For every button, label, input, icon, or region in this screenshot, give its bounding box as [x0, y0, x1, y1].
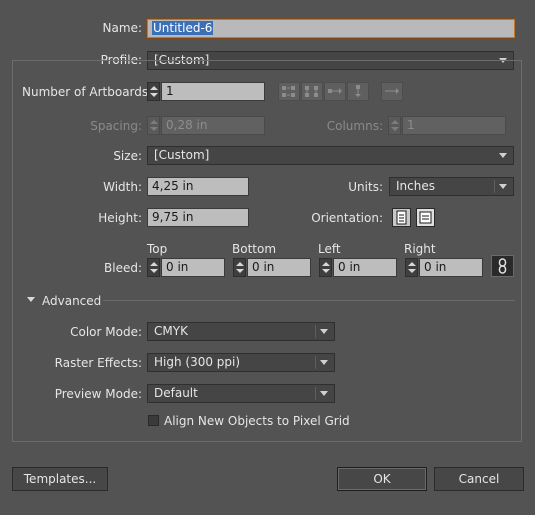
columns-label: Columns:: [326, 119, 383, 133]
right-to-left-icon[interactable]: [381, 82, 403, 101]
artboards-count-input[interactable]: 1: [161, 82, 265, 101]
ok-button[interactable]: OK: [337, 467, 427, 491]
bleed-right-stepper[interactable]: [405, 258, 418, 277]
arrange-by-column-icon[interactable]: [347, 82, 369, 101]
bleed-bottom-input[interactable]: 0 in: [247, 258, 311, 277]
name-label: Name:: [102, 21, 142, 35]
chevron-down-icon: [320, 360, 328, 365]
artboards-count-stepper[interactable]: [147, 82, 160, 101]
height-input[interactable]: 9,75 in: [147, 208, 249, 227]
color-mode-label: Color Mode:: [70, 325, 142, 339]
units-label: Units:: [348, 180, 383, 194]
spacing-label: Spacing:: [90, 119, 142, 133]
portrait-orientation-button[interactable]: [392, 208, 411, 227]
width-input[interactable]: 4,25 in: [147, 177, 249, 196]
columns-input[interactable]: 1: [402, 116, 506, 135]
link-bleed-button[interactable]: [491, 255, 514, 277]
size-label: Size:: [113, 149, 142, 163]
chevron-down-icon: [320, 391, 328, 396]
color-mode-dropdown[interactable]: CMYK: [147, 322, 335, 341]
document-name-value: Untitled-6: [152, 21, 214, 35]
bleed-top-stepper[interactable]: [147, 258, 160, 277]
size-value: [Custom]: [154, 148, 210, 162]
bleed-bottom-label: Bottom: [232, 242, 277, 256]
align-pixel-grid-label: Align New Objects to Pixel Grid: [164, 414, 350, 428]
disclosure-triangle-icon[interactable]: [27, 297, 35, 302]
bleed-right-input[interactable]: 0 in: [419, 258, 483, 277]
chain-link-icon: [498, 258, 507, 274]
orientation-label: Orientation:: [311, 211, 383, 225]
preview-mode-label: Preview Mode:: [54, 387, 142, 401]
chevron-down-icon: [320, 329, 328, 334]
bleed-top-label: Top: [147, 242, 168, 256]
color-mode-value: CMYK: [154, 324, 188, 338]
raster-effects-value: High (300 ppi): [154, 355, 241, 369]
raster-effects-label: Raster Effects:: [54, 356, 142, 370]
advanced-divider: [103, 300, 515, 301]
portrait-icon: [396, 210, 407, 225]
chevron-down-icon: [499, 153, 507, 158]
chevron-down-icon: [499, 184, 507, 189]
bleed-right-label: Right: [404, 242, 436, 256]
bleed-bottom-stepper[interactable]: [233, 258, 246, 277]
templates-button[interactable]: Templates...: [12, 467, 108, 491]
columns-stepper[interactable]: [388, 116, 401, 135]
artboards-count-label: Number of Artboards:: [22, 85, 153, 99]
bleed-label: Bleed:: [104, 261, 142, 275]
arrange-by-row-icon[interactable]: [324, 82, 346, 101]
preview-mode-value: Default: [154, 386, 198, 400]
grid-by-column-icon[interactable]: [301, 82, 323, 101]
landscape-orientation-button[interactable]: [416, 208, 435, 227]
grid-by-row-icon[interactable]: [278, 82, 300, 101]
document-name-input[interactable]: Untitled-6: [147, 19, 515, 38]
units-value: Inches: [396, 179, 435, 193]
spacing-stepper[interactable]: [147, 116, 160, 135]
align-pixel-grid-checkbox[interactable]: [148, 415, 159, 426]
advanced-section-label[interactable]: Advanced: [42, 294, 101, 308]
spacing-input[interactable]: 0,28 in: [161, 116, 265, 135]
bleed-left-stepper[interactable]: [319, 258, 332, 277]
bleed-top-input[interactable]: 0 in: [161, 258, 225, 277]
cancel-button[interactable]: Cancel: [434, 467, 524, 491]
raster-effects-dropdown[interactable]: High (300 ppi): [147, 353, 335, 372]
bleed-left-label: Left: [318, 242, 341, 256]
units-dropdown[interactable]: Inches: [389, 177, 514, 196]
height-label: Height:: [98, 211, 142, 225]
preview-mode-dropdown[interactable]: Default: [147, 384, 335, 403]
landscape-icon: [419, 211, 432, 224]
width-label: Width:: [103, 180, 142, 194]
size-dropdown[interactable]: [Custom]: [147, 146, 514, 165]
bleed-left-input[interactable]: 0 in: [333, 258, 397, 277]
